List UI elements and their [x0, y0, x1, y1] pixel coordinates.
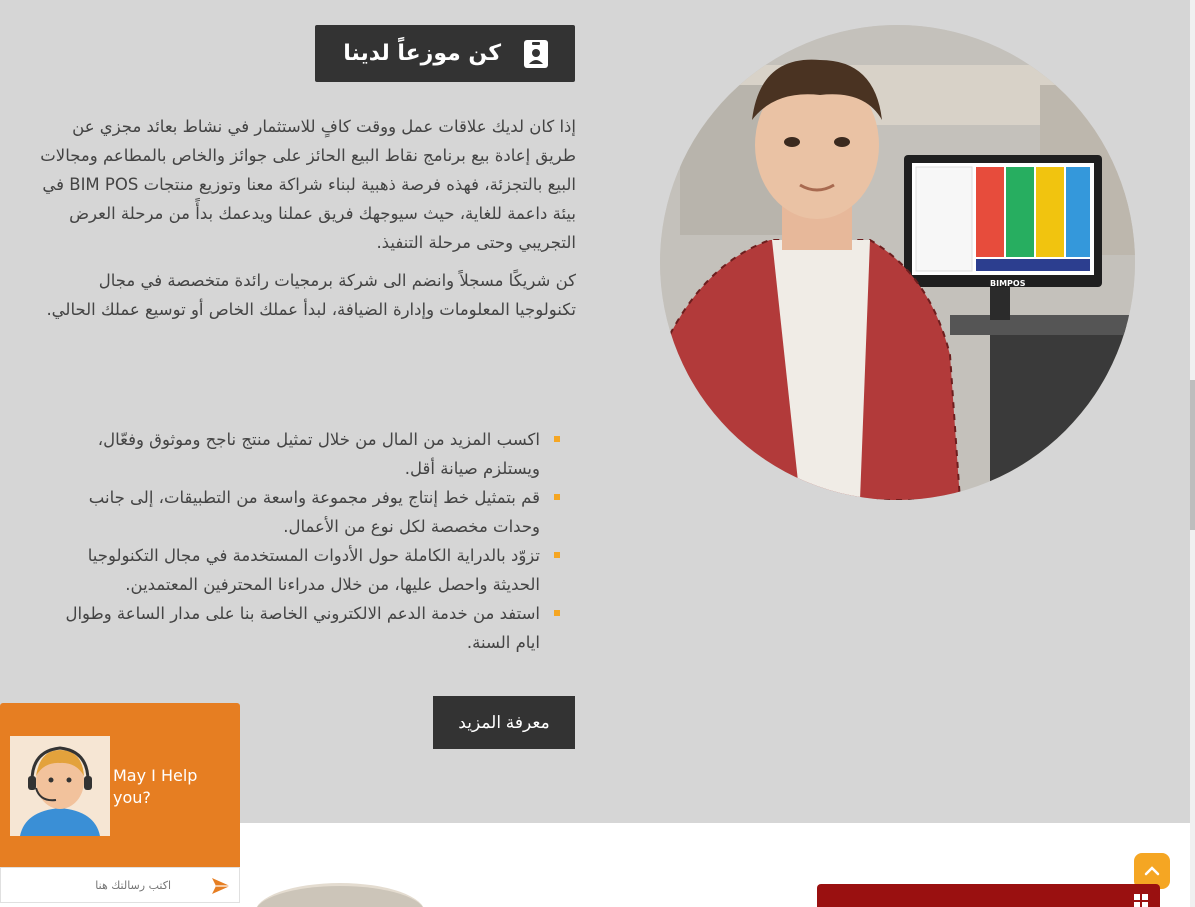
man-with-pos-illustration: BIMPOS: [660, 25, 1135, 500]
chevron-up-icon: [1144, 866, 1160, 876]
list-item: اكسب المزيد من المال من خلال تمثيل منتج …: [40, 425, 560, 483]
id-badge-icon: [524, 39, 548, 68]
bullet-icon: [554, 494, 560, 500]
section-heading: كن موزعاً لدينا: [315, 25, 575, 82]
benefits-list: اكسب المزيد من المال من خلال تمثيل منتج …: [40, 425, 560, 657]
intro-text: إذا كان لديك علاقات عمل ووقت كافٍ للاستث…: [40, 112, 576, 333]
bullet-icon: [554, 610, 560, 616]
support-agent-avatar: [10, 736, 110, 836]
next-section-heading: [817, 884, 1160, 907]
list-item: استفد من خدمة الدعم الالكتروني الخاصة بن…: [40, 599, 560, 657]
partner-paragraph: كن شريكًا مسجلاً وانضم الى شركة برمجيات …: [46, 271, 576, 319]
intro-paragraph: إذا كان لديك علاقات عمل ووقت كافٍ للاستث…: [40, 117, 576, 252]
chat-message-input[interactable]: [41, 868, 231, 902]
section-title: كن موزعاً لدينا: [343, 41, 501, 66]
chat-widget[interactable]: May I Help you?: [0, 703, 240, 903]
next-section-image: [255, 883, 425, 907]
distributor-photo: BIMPOS: [660, 25, 1135, 500]
pos-brand-label: BIMPOS: [990, 279, 1026, 288]
scrollbar[interactable]: [1190, 0, 1195, 907]
list-item: قم بتمثيل خط إنتاج يوفر مجموعة واسعة من …: [40, 483, 560, 541]
scrollbar-thumb[interactable]: [1190, 380, 1195, 530]
list-item: تزوّد بالدراية الكاملة حول الأدوات المست…: [40, 541, 560, 599]
bullet-icon: [554, 552, 560, 558]
chat-input-row: [0, 867, 240, 903]
grid-icon: [1134, 894, 1148, 907]
chat-help-text: May I Help you?: [113, 766, 198, 807]
learn-more-button[interactable]: معرفة المزيد: [433, 696, 575, 749]
bullet-icon: [554, 436, 560, 442]
